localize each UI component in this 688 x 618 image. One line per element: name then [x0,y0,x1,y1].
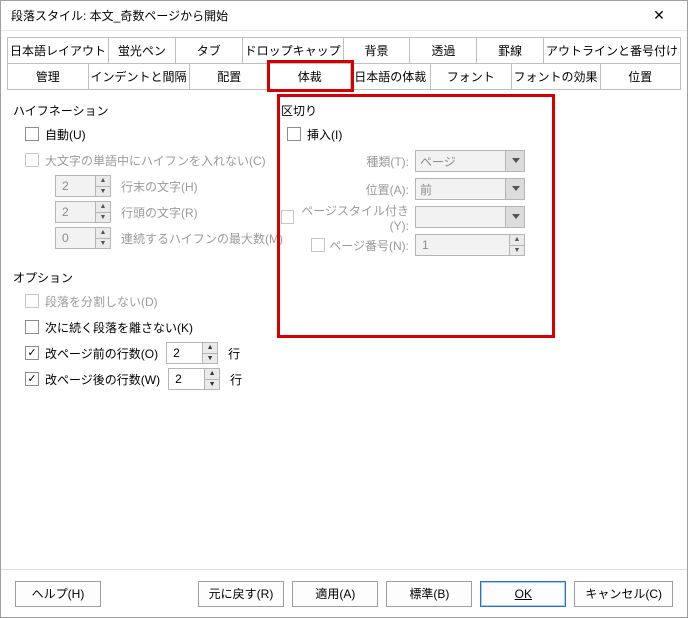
spin-down-icon[interactable]: ▼ [204,379,220,391]
tab-jp-layout[interactable]: 日本語レイアウト [7,37,109,63]
end-chars-input[interactable] [55,175,95,197]
page-number-input[interactable] [415,234,509,256]
insert-checkbox[interactable] [287,127,301,141]
keep-with-next-checkbox[interactable] [25,320,39,334]
keep-together-label: 段落を分割しない(D) [45,293,158,310]
widows-spinner[interactable]: ▲▼ [168,368,220,390]
standard-button[interactable]: 標準(B) [386,581,472,607]
apply-button[interactable]: 適用(A) [292,581,378,607]
position-label: 位置(A): [281,181,415,198]
position-select[interactable]: 前 [415,178,525,200]
spin-down-icon[interactable]: ▼ [95,186,111,198]
page-style-select[interactable] [415,206,525,228]
max-consec-spinner[interactable]: ▲▼ [55,227,111,249]
tab-background[interactable]: 背景 [344,37,411,63]
spin-down-icon[interactable]: ▼ [202,353,218,365]
start-chars-label: 行頭の文字(R) [121,204,198,221]
type-label: 種類(T): [281,153,415,170]
dialog-window: 段落スタイル: 本文_奇数ページから開始 ✕ 日本語レイアウト 蛍光ペン タブ … [0,0,688,618]
tabs-row-1: 日本語レイアウト 蛍光ペン タブ ドロップキャップ 背景 透過 罫線 アウトライ… [7,37,681,63]
with-page-style-checkbox [281,210,294,224]
reset-button[interactable]: 元に戻す(R) [198,581,285,607]
tab-position[interactable]: 位置 [601,63,682,89]
widows-input[interactable] [168,368,204,390]
end-chars-label: 行末の文字(H) [121,178,198,195]
auto-checkbox[interactable] [25,127,39,141]
tab-font[interactable]: フォント [431,63,512,89]
auto-label: 自動(U) [45,126,86,143]
end-chars-spinner[interactable]: ▲▼ [55,175,111,197]
tab-organizer[interactable]: 管理 [7,63,89,89]
tab-highlight[interactable]: 蛍光ペン [109,37,176,63]
dialog-body: ハイフネーション 自動(U) 大文字の単語中にハイフンを入れない(C) ▲▼ 行… [1,90,687,569]
start-chars-spinner[interactable]: ▲▼ [55,201,111,223]
page-number-label: ページ番号(N): [329,237,409,254]
close-icon[interactable]: ✕ [639,2,679,30]
tabs: 日本語レイアウト 蛍光ペン タブ ドロップキャップ 背景 透過 罫線 アウトライ… [7,37,681,90]
no-caps-label: 大文字の単語中にハイフンを入れない(C) [45,152,266,169]
page-number-checkbox [311,238,325,252]
tab-font-effects[interactable]: フォントの効果 [512,63,601,89]
max-consec-input[interactable] [55,227,95,249]
max-consec-label: 連続するハイフンの最大数(M) [121,230,283,247]
spin-down-icon[interactable]: ▼ [95,212,111,224]
spin-up-icon[interactable]: ▲ [202,342,218,353]
tab-dropcap[interactable]: ドロップキャップ [243,37,344,63]
help-button[interactable]: ヘルプ(H) [15,581,101,607]
spin-up-icon[interactable]: ▲ [95,227,111,238]
tab-asian-text[interactable]: 日本語の体裁 [351,63,432,89]
type-select[interactable]: ページ [415,150,525,172]
orphans-spinner[interactable]: ▲▼ [166,342,218,364]
tab-border[interactable]: 罫線 [477,37,544,63]
orphans-input[interactable] [166,342,202,364]
tab-tab[interactable]: タブ [176,37,243,63]
widows-checkbox[interactable]: ✓ [25,372,39,386]
keep-together-checkbox [25,294,39,308]
tab-alignment[interactable]: 配置 [190,63,271,89]
spin-up-icon[interactable]: ▲ [95,175,111,186]
options-heading: オプション [13,269,675,286]
spin-up-icon[interactable]: ▲ [204,368,220,379]
spin-up-icon[interactable]: ▲ [95,201,111,212]
chevron-down-icon [512,214,520,219]
ok-button[interactable]: OK [480,581,566,607]
widows-unit: 行 [230,371,242,388]
tab-transparency[interactable]: 透過 [410,37,477,63]
tabs-row-2: 管理 インデントと間隔 配置 体裁 日本語の体裁 フォント フォントの効果 位置 [7,63,681,89]
spin-down-icon[interactable]: ▼ [509,245,525,257]
tab-indent-spacing[interactable]: インデントと間隔 [89,63,190,89]
breaks-heading: 区切り [281,102,543,119]
keep-with-next-label: 次に続く段落を離さない(K) [45,319,193,336]
breaks-group: 区切り 挿入(I) 種類(T): ページ 位置(A): 前 [281,100,543,261]
chevron-down-icon [512,158,520,163]
chevron-down-icon [512,186,520,191]
tab-outline-numbering[interactable]: アウトラインと番号付け [544,37,681,63]
widows-label: 改ページ後の行数(W) [45,371,160,388]
insert-label: 挿入(I) [307,126,342,143]
tab-textflow[interactable]: 体裁 [270,63,351,89]
window-title: 段落スタイル: 本文_奇数ページから開始 [11,7,639,24]
options-group: オプション 段落を分割しない(D) 次に続く段落を離さない(K) ✓ 改ページ前… [13,269,675,390]
orphans-unit: 行 [228,345,240,362]
start-chars-input[interactable] [55,201,95,223]
spin-up-icon[interactable]: ▲ [509,234,525,245]
orphans-checkbox[interactable]: ✓ [25,346,39,360]
spin-down-icon[interactable]: ▼ [95,238,111,250]
cancel-button[interactable]: キャンセル(C) [574,581,673,607]
titlebar: 段落スタイル: 本文_奇数ページから開始 ✕ [1,1,687,31]
with-page-style-label: ページスタイル付き(Y): [298,202,409,233]
no-caps-checkbox [25,153,39,167]
orphans-label: 改ページ前の行数(O) [45,345,158,362]
page-number-spinner[interactable]: ▲▼ [415,234,525,256]
dialog-footer: ヘルプ(H) 元に戻す(R) 適用(A) 標準(B) OK キャンセル(C) [1,569,687,617]
